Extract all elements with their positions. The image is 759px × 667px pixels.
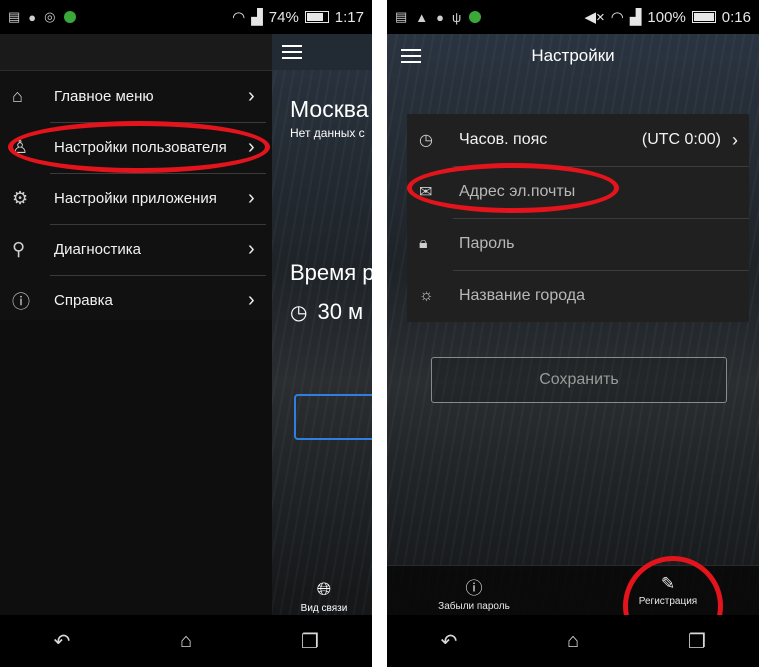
recent-apps-icon[interactable]: ❐ bbox=[290, 629, 330, 654]
drawer-item-diagnostics[interactable]: ⚲ Диагностика › bbox=[0, 224, 272, 275]
time-title: Время р bbox=[290, 260, 372, 285]
status-bar: ▤ ▲ ● ψ ◀× ◠ ▟ 100% 0:16 bbox=[387, 0, 759, 34]
usb-icon: ψ bbox=[452, 9, 462, 25]
drawer-item-label: Диагностика bbox=[54, 241, 141, 258]
forgot-password-button[interactable]: ⓘ Забыли пароль bbox=[429, 574, 519, 612]
settings-list: ◷ Часов. пояс (UTC 0:00) › ✉ Адрес эл.по… bbox=[407, 114, 749, 322]
chevron-right-icon: › bbox=[248, 187, 255, 209]
back-icon[interactable]: ↶ bbox=[42, 629, 82, 654]
chevron-right-icon: › bbox=[248, 289, 255, 311]
drawer-item-label: Настройки приложения bbox=[54, 190, 217, 207]
clock-icon: ◷ bbox=[290, 301, 308, 324]
back-icon[interactable]: ↶ bbox=[429, 629, 469, 654]
drawer-header bbox=[0, 34, 272, 70]
battery-percent: 74% bbox=[268, 8, 299, 26]
android-nav-bar: ↶ ⌂ ❐ bbox=[0, 615, 372, 667]
right-phone-screen: ▤ ▲ ● ψ ◀× ◠ ▟ 100% 0:16 Настройки ◷ Час… bbox=[387, 0, 759, 667]
drawer-item-help[interactable]: ⓘ Справка › bbox=[0, 275, 272, 326]
battery-icon bbox=[304, 11, 329, 23]
chevron-right-icon: › bbox=[732, 129, 738, 150]
search-icon: ⚲ bbox=[12, 239, 26, 259]
highlight-email bbox=[407, 163, 619, 213]
drawer-menu: ⌂ Главное меню › ♙ Настройки пользовател… bbox=[0, 70, 272, 326]
drawer-item-label: Справка bbox=[54, 292, 113, 309]
connection-type-button[interactable]: 🌐︎ Вид связи bbox=[294, 579, 354, 614]
app-header: Настройки bbox=[387, 34, 759, 78]
android-nav-bar: ↶ ⌂ ❐ bbox=[387, 615, 759, 667]
city-title: Москва bbox=[290, 96, 369, 122]
drawer-item-app-settings[interactable]: ⚙ Настройки приложения › bbox=[0, 173, 272, 224]
chat-icon: ● bbox=[28, 9, 37, 25]
left-phone-screen: ▤ ● ◎ ◠ ▟ 74% 1:17 Москва Нет данных с В… bbox=[0, 0, 372, 667]
home-nav-icon[interactable]: ⌂ bbox=[553, 630, 593, 653]
drawer-item-label: Главное меню bbox=[54, 88, 154, 105]
recent-apps-icon[interactable]: ❐ bbox=[677, 629, 717, 654]
warning-icon: ▲ bbox=[415, 9, 429, 25]
chevron-right-icon: › bbox=[248, 238, 255, 260]
signal-icon: ▟ bbox=[251, 9, 263, 26]
forgot-password-label: Забыли пароль bbox=[438, 601, 510, 612]
signal-icon: ▟ bbox=[629, 9, 642, 26]
action-button[interactable] bbox=[294, 394, 372, 440]
instagram-icon: ◎ bbox=[44, 9, 56, 24]
connection-type-label: Вид связи bbox=[300, 603, 348, 614]
time-value-text: 30 м bbox=[317, 299, 364, 324]
timezone-row[interactable]: ◷ Часов. пояс (UTC 0:00) › bbox=[407, 114, 749, 166]
globe-icon: 🌐︎ bbox=[316, 579, 332, 599]
content-header bbox=[272, 34, 372, 70]
chevron-right-icon: › bbox=[248, 85, 255, 107]
weather-icon: ☼ bbox=[419, 287, 434, 304]
drawer-item-main-menu[interactable]: ⌂ Главное меню › bbox=[0, 71, 272, 122]
time-value: ◷ 30 м bbox=[290, 299, 363, 325]
battery-percent: 100% bbox=[647, 8, 686, 26]
home-nav-icon[interactable]: ⌂ bbox=[166, 630, 206, 653]
save-button[interactable]: Сохранить bbox=[431, 357, 727, 403]
timezone-value: (UTC 0:00) bbox=[641, 131, 721, 148]
city-name-row[interactable]: ☼ Название города bbox=[407, 270, 749, 322]
help-icon: ⓘ bbox=[465, 579, 483, 598]
message-icon: ▤ bbox=[8, 9, 21, 24]
menu-icon[interactable] bbox=[282, 45, 302, 59]
message-icon: ▤ bbox=[395, 9, 408, 24]
status-bar: ▤ ● ◎ ◠ ▟ 74% 1:17 bbox=[0, 0, 372, 34]
clock-time: 1:17 bbox=[334, 8, 364, 26]
chat-icon: ● bbox=[436, 9, 445, 25]
battery-icon bbox=[691, 11, 716, 23]
wifi-icon: ◠ bbox=[610, 9, 624, 26]
password-row[interactable]: 🔒︎ Пароль bbox=[407, 218, 749, 270]
help-icon: ⓘ bbox=[12, 291, 30, 312]
wifi-icon: ◠ bbox=[232, 9, 246, 26]
clock-time: 0:16 bbox=[721, 8, 751, 26]
lock-icon: 🔒︎ bbox=[419, 235, 428, 252]
no-data-text: Нет данных с bbox=[290, 126, 365, 140]
app-icon bbox=[63, 11, 76, 23]
password-label: Пароль bbox=[459, 235, 515, 252]
timezone-label: Часов. пояс bbox=[459, 131, 548, 148]
city-name-label: Название города bbox=[459, 287, 586, 304]
page-title: Настройки bbox=[531, 46, 615, 65]
highlight-user-settings bbox=[8, 121, 270, 173]
main-content: Москва Нет данных с Время р ◷ 30 м 🌐︎ Ви… bbox=[272, 34, 372, 615]
drawer-empty-area bbox=[0, 320, 272, 615]
home-icon: ⌂ bbox=[12, 86, 23, 106]
clock-icon: ◷ bbox=[419, 132, 433, 149]
gear-icon: ⚙ bbox=[12, 188, 29, 208]
mute-icon: ◀× bbox=[584, 9, 605, 26]
app-icon bbox=[469, 11, 482, 23]
